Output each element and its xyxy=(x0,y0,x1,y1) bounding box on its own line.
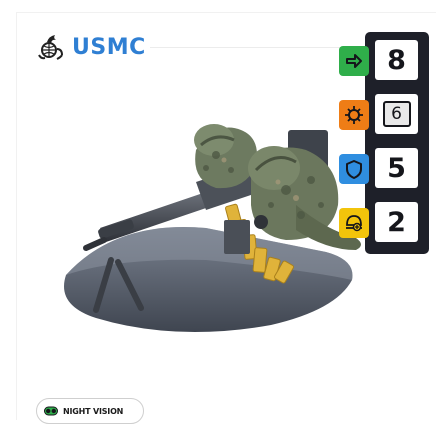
helmet-cross-icon xyxy=(346,215,362,232)
stat-wounds-icon-badge xyxy=(339,208,369,238)
stat-skill: 6 xyxy=(339,94,429,134)
stat-armor-icon-badge xyxy=(339,154,369,184)
stat-move-value: 8 xyxy=(387,44,406,76)
stat-skill-value-box: 6 xyxy=(375,94,418,134)
faction-name: USMC xyxy=(72,34,146,60)
stat-armor-value-box: 5 xyxy=(375,148,418,188)
stat-armor-value: 5 xyxy=(387,152,406,184)
stat-move-value-box: 8 xyxy=(375,40,418,80)
stat-skill-value: 6 xyxy=(391,104,402,124)
burst-target-icon xyxy=(345,106,363,124)
stat-wounds-value-box: 2 xyxy=(375,202,418,242)
shield-icon xyxy=(346,160,362,179)
trait-chip-night-vision[interactable]: NIGHT VISION xyxy=(36,398,144,424)
goggles-icon xyxy=(44,406,58,416)
stat-wounds: 2 xyxy=(339,202,429,242)
stat-move-icon-badge xyxy=(339,46,369,76)
stat-wounds-value: 2 xyxy=(387,206,406,238)
stat-skill-icon-badge xyxy=(339,100,369,130)
eagle-globe-anchor-icon xyxy=(38,35,63,60)
arrow-right-icon xyxy=(346,54,362,68)
trait-label: NIGHT VISION xyxy=(63,406,124,416)
stat-skill-frame: 6 xyxy=(382,101,411,127)
machine-gun-team-miniature xyxy=(64,124,361,333)
stat-armor: 5 xyxy=(339,148,429,188)
header-divider xyxy=(150,47,360,48)
stat-panel: 8 6 5 2 xyxy=(339,32,429,254)
faction-header: USMC xyxy=(36,33,146,61)
stat-move: 8 xyxy=(339,40,429,80)
